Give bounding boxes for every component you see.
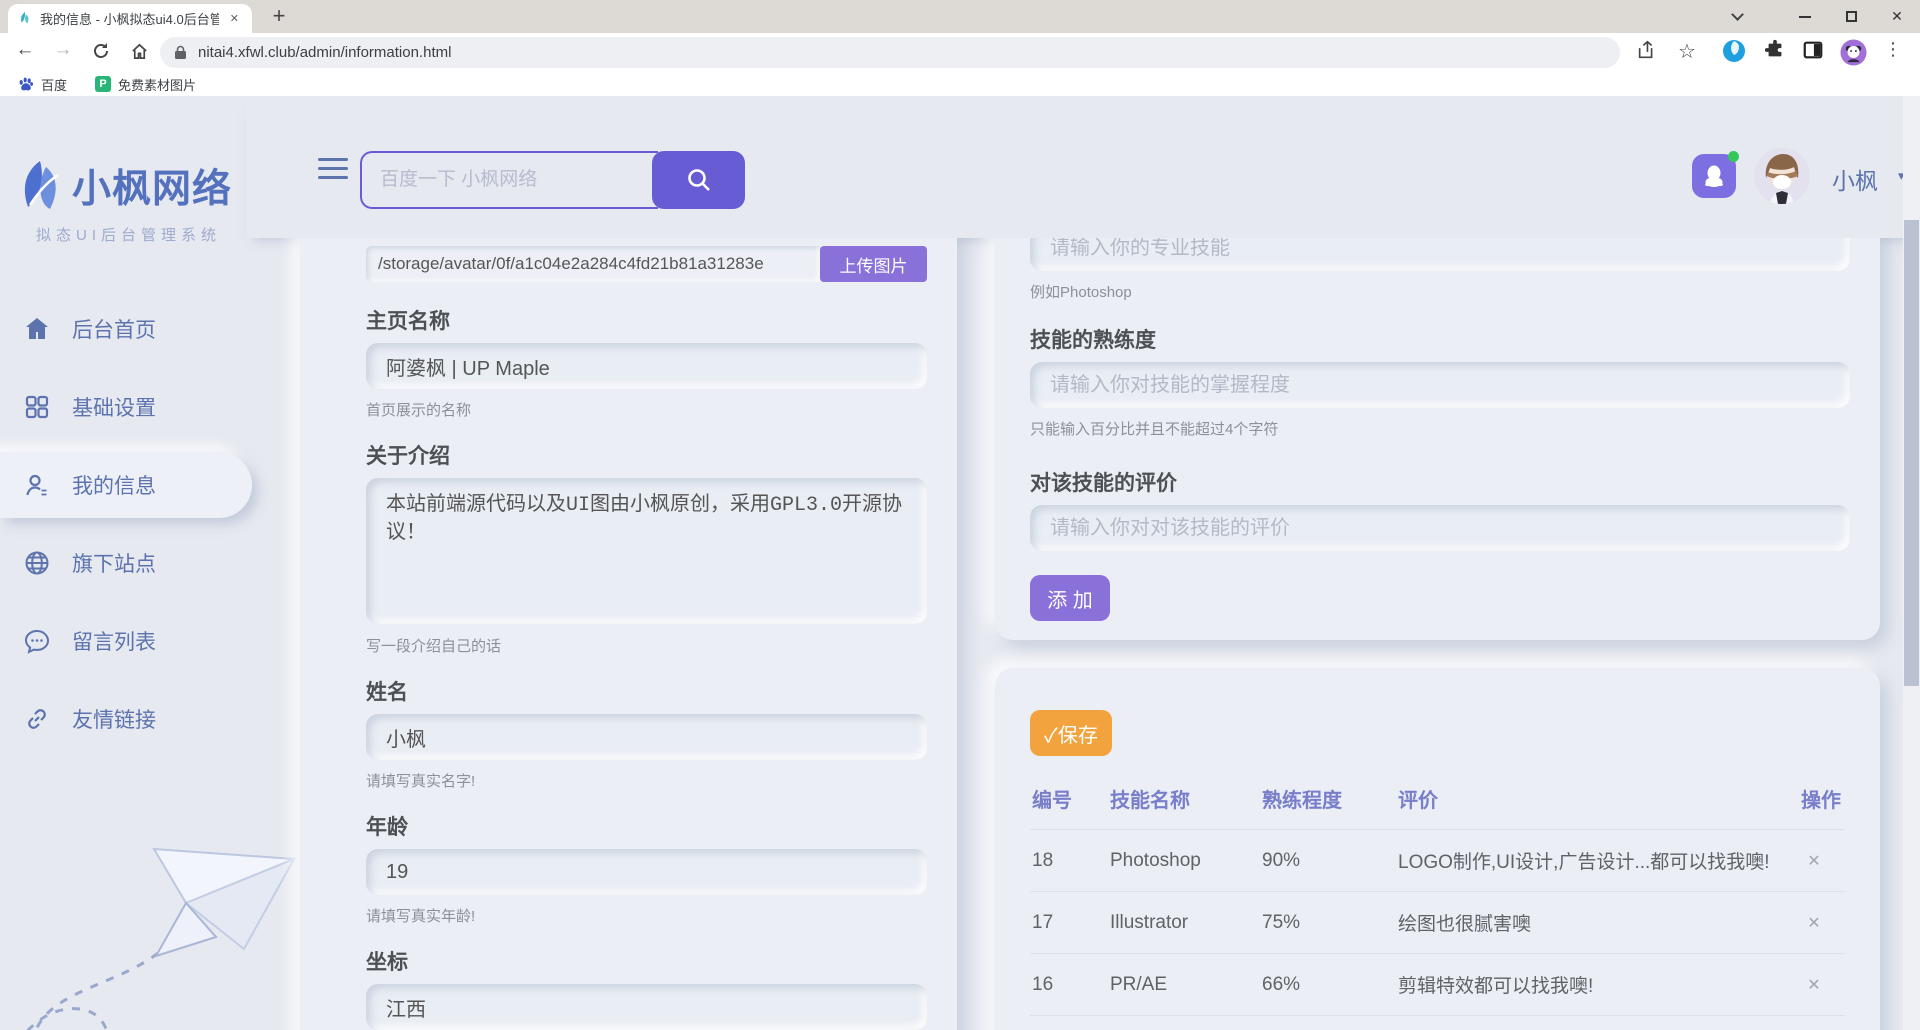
page-scrollbar	[1903, 96, 1920, 1030]
share-icon[interactable]	[1636, 39, 1658, 66]
about-label: 关于介绍	[366, 440, 927, 470]
location-input[interactable]	[366, 984, 927, 1030]
tab-search-chevron-icon[interactable]	[1731, 8, 1744, 21]
user-avatar[interactable]	[1754, 148, 1810, 204]
skills-table-card: ✓保存 编号 技能名称 熟练程度 评价 操作 18 Photoshop	[995, 668, 1880, 1030]
age-hint: 请填写真实年龄!	[366, 905, 927, 926]
logo: 小枫网络	[16, 158, 232, 214]
tab-close-icon[interactable]: ✕	[226, 10, 243, 27]
skill-level-label: 技能的熟练度	[1030, 324, 1850, 354]
col-actions: 操作	[1781, 784, 1845, 830]
table-header-row: 编号 技能名称 熟练程度 评价 操作	[1030, 784, 1845, 830]
browser-chrome: 我的信息 - 小枫拟态ui4.0后台管 ✕ + ✕ ← → nitai4.xfw…	[0, 0, 1920, 96]
p-badge-icon: P	[95, 76, 111, 92]
home-icon[interactable]	[126, 39, 152, 67]
col-comment: 评价	[1396, 784, 1781, 830]
add-skill-button[interactable]: 添 加	[1030, 575, 1110, 621]
qq-penguin-icon	[1701, 163, 1727, 189]
save-button[interactable]: ✓保存	[1030, 710, 1112, 756]
notification-dot	[1728, 151, 1739, 162]
url-bar[interactable]: nitai4.xfwl.club/admin/information.html	[160, 37, 1620, 68]
bookmarks-bar: 百度 P 免费素材图片	[0, 72, 1920, 96]
table-row: 18 Photoshop 90% LOGO制作,UI设计,广告设计...都可以找…	[1030, 830, 1845, 892]
skill-form-card: 例如Photoshop 技能的熟练度 只能输入百分比并且不能超过4个字符 对该技…	[995, 238, 1880, 640]
new-tab-button[interactable]: +	[265, 2, 293, 30]
side-panel-icon[interactable]	[1802, 39, 1824, 66]
menu-kebab-icon[interactable]: ⋮	[1884, 39, 1902, 60]
table-row: 15 HTML5 80% 标签语言的使用能力 ✕	[1030, 1016, 1845, 1030]
admin-app: 小枫网络 拟态UI后台管理系统 后台首页 基础设置 我的信息 旗下站点 留	[0, 96, 1920, 1030]
minimize-button[interactable]	[1782, 0, 1828, 33]
tab-strip: 我的信息 - 小枫拟态ui4.0后台管 ✕ + ✕	[0, 0, 1920, 33]
bookmark-assets[interactable]: P 免费素材图片	[95, 75, 196, 94]
name-input[interactable]	[366, 714, 927, 760]
name-hint: 请填写真实名字!	[366, 770, 927, 791]
about-hint: 写一段介绍自己的话	[366, 635, 927, 656]
notification-qq-button[interactable]	[1692, 154, 1736, 198]
delete-row-icon[interactable]: ✕	[1781, 892, 1845, 954]
paw-icon	[18, 76, 34, 92]
extensions-puzzle-icon[interactable]	[1764, 39, 1786, 66]
skill-name-input[interactable]	[1030, 238, 1850, 271]
skills-table: 编号 技能名称 熟练程度 评价 操作 18 Photoshop 90% LOGO…	[1030, 784, 1845, 1030]
username[interactable]: 小枫	[1832, 162, 1878, 196]
browser-tab[interactable]: 我的信息 - 小枫拟态ui4.0后台管 ✕	[8, 4, 252, 33]
delete-row-icon[interactable]: ✕	[1781, 1016, 1845, 1030]
avatar-image	[1754, 148, 1810, 204]
delete-row-icon[interactable]: ✕	[1781, 830, 1845, 892]
skill-comment-input[interactable]	[1030, 505, 1850, 551]
browser-toolbar: ← → nitai4.xfwl.club/admin/information.h…	[0, 33, 1920, 72]
url-text: nitai4.xfwl.club/admin/information.html	[198, 44, 451, 61]
tab-title: 我的信息 - 小枫拟态ui4.0后台管	[40, 9, 219, 28]
home-name-input[interactable]	[366, 343, 927, 389]
search-icon	[685, 166, 713, 194]
maximize-button[interactable]	[1828, 0, 1874, 33]
upload-image-button[interactable]: 上传图片	[820, 246, 927, 282]
favicon-icon	[17, 11, 33, 27]
forward-icon[interactable]: →	[50, 39, 76, 61]
logo-title: 小枫网络	[72, 158, 232, 214]
about-textarea[interactable]: 本站前端源代码以及UI图由小枫原创，采用GPL3.0开源协议！	[366, 478, 927, 624]
logo-leaf-icon	[16, 159, 66, 213]
hamburger-menu-icon[interactable]	[318, 158, 348, 179]
reload-icon[interactable]	[88, 39, 114, 66]
search-button[interactable]	[652, 151, 745, 209]
home-name-hint: 首页展示的名称	[366, 399, 927, 420]
browser-profile-avatar[interactable]	[1840, 39, 1867, 71]
age-input[interactable]	[366, 849, 927, 895]
location-label: 坐标	[366, 946, 927, 976]
table-row: 16 PR/AE 66% 剪辑特效都可以找我噢! ✕	[1030, 954, 1845, 1016]
check-icon: ✓	[1044, 725, 1058, 747]
name-label: 姓名	[366, 676, 927, 706]
avatar-upload-row: 上传图片	[366, 246, 927, 282]
skill-level-input[interactable]	[1030, 362, 1850, 408]
skill-name-hint: 例如Photoshop	[1030, 281, 1850, 302]
col-id: 编号	[1030, 784, 1108, 830]
main-content: 上传图片 主页名称 首页展示的名称 关于介绍 本站前端源代码以及UI图由小枫原创…	[0, 238, 1920, 1030]
bookmark-star-icon[interactable]: ☆	[1678, 39, 1696, 64]
search-input[interactable]	[360, 151, 658, 209]
delete-row-icon[interactable]: ✕	[1781, 954, 1845, 1016]
skill-level-hint: 只能输入百分比并且不能超过4个字符	[1030, 418, 1850, 439]
avatar-path-input[interactable]	[366, 246, 820, 282]
bookmark-baidu[interactable]: 百度	[18, 75, 67, 94]
back-icon[interactable]: ←	[12, 39, 38, 61]
col-name: 技能名称	[1108, 784, 1260, 830]
lock-icon	[174, 45, 187, 60]
window-controls: ✕	[1733, 0, 1920, 33]
app-topbar: 小枫 ▾	[246, 96, 1920, 238]
age-label: 年龄	[366, 811, 927, 841]
close-button[interactable]: ✕	[1874, 0, 1920, 33]
profile-card: 上传图片 主页名称 首页展示的名称 关于介绍 本站前端源代码以及UI图由小枫原创…	[300, 238, 957, 1030]
col-level: 熟练程度	[1260, 784, 1396, 830]
scrollbar-thumb[interactable]	[1904, 220, 1919, 686]
home-name-label: 主页名称	[366, 305, 927, 335]
table-row: 17 Illustrator 75% 绘图也很腻害噢 ✕	[1030, 892, 1845, 954]
skill-comment-label: 对该技能的评价	[1030, 467, 1850, 497]
search-bar	[360, 151, 745, 209]
extension-blue-icon[interactable]	[1722, 39, 1746, 68]
